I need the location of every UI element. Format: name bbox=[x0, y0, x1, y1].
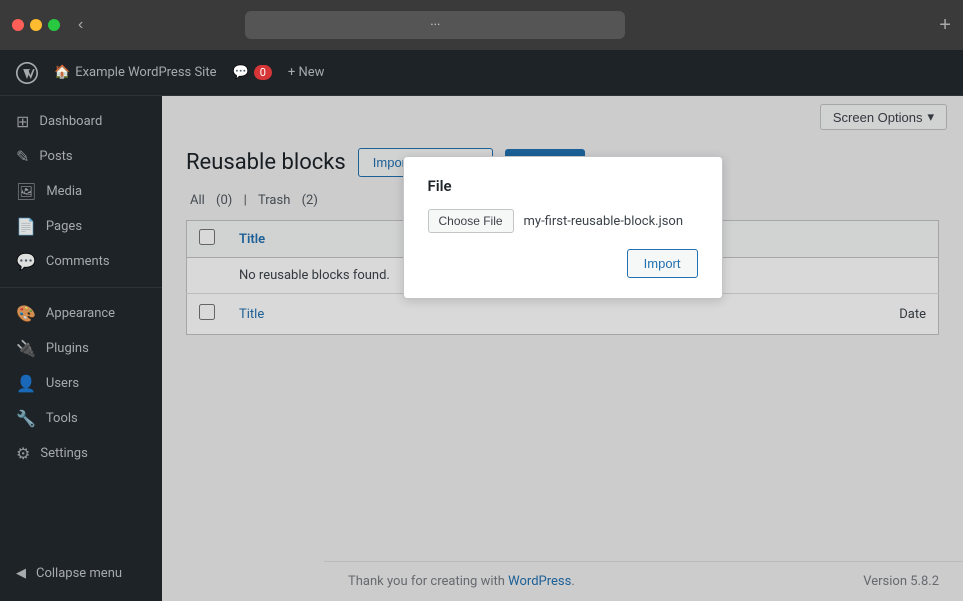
choose-file-button[interactable]: Choose File bbox=[428, 209, 514, 233]
new-tab-button[interactable]: + bbox=[939, 14, 951, 37]
dashboard-icon: ⊞ bbox=[16, 112, 29, 131]
sidebar: ⊞ Dashboard ✎ Posts 🖼 Media 📄 Pages 💬 Co… bbox=[0, 96, 162, 601]
sidebar-item-media[interactable]: 🖼 Media bbox=[0, 174, 162, 209]
users-icon: 👤 bbox=[16, 374, 36, 393]
dialog-actions: Import bbox=[428, 249, 698, 278]
site-name: Example WordPress Site bbox=[75, 65, 216, 80]
settings-icon: ⚙ bbox=[16, 444, 30, 463]
import-button[interactable]: Import bbox=[627, 249, 698, 278]
maximize-button[interactable] bbox=[48, 19, 60, 31]
plugins-icon: 🔌 bbox=[16, 339, 36, 358]
ellipsis-icon: ··· bbox=[430, 18, 440, 33]
wp-admin-bar: 🏠 Example WordPress Site 💬 0 + New bbox=[0, 50, 963, 96]
comments-count-badge: 0 bbox=[254, 65, 272, 80]
traffic-lights bbox=[12, 19, 60, 31]
comments-item[interactable]: 💬 0 bbox=[233, 65, 272, 80]
pages-icon: 📄 bbox=[16, 217, 36, 236]
wp-logo[interactable] bbox=[16, 62, 38, 84]
browser-chrome: ‹ ··· + bbox=[0, 0, 963, 50]
collapse-label: Collapse menu bbox=[36, 566, 122, 581]
back-button[interactable]: ‹ bbox=[78, 16, 83, 34]
minimize-button[interactable] bbox=[30, 19, 42, 31]
dialog-file-row: Choose File my-first-reusable-block.json bbox=[428, 209, 698, 233]
sidebar-item-label: Users bbox=[46, 376, 79, 391]
new-item[interactable]: + New bbox=[288, 65, 325, 80]
comments-icon: 💬 bbox=[233, 65, 249, 80]
home-icon: 🏠 bbox=[54, 65, 70, 80]
sidebar-item-users[interactable]: 👤 Users bbox=[0, 366, 162, 401]
sidebar-divider bbox=[0, 287, 162, 288]
dialog-overlay: File Choose File my-first-reusable-block… bbox=[162, 96, 963, 601]
sidebar-item-label: Plugins bbox=[46, 341, 89, 356]
content-area: Screen Options ▾ Reusable blocks Import … bbox=[162, 96, 963, 601]
sidebar-item-dashboard[interactable]: ⊞ Dashboard bbox=[0, 104, 162, 139]
collapse-menu-item[interactable]: ◀ Collapse menu bbox=[0, 558, 162, 589]
new-label: + New bbox=[288, 65, 325, 80]
comments-sidebar-icon: 💬 bbox=[16, 252, 36, 271]
sidebar-item-label: Dashboard bbox=[39, 114, 102, 129]
sidebar-item-label: Pages bbox=[46, 219, 82, 234]
collapse-icon: ◀ bbox=[16, 566, 26, 581]
sidebar-item-comments[interactable]: 💬 Comments bbox=[0, 244, 162, 279]
close-button[interactable] bbox=[12, 19, 24, 31]
sidebar-item-label: Tools bbox=[46, 411, 78, 426]
sidebar-item-posts[interactable]: ✎ Posts bbox=[0, 139, 162, 174]
sidebar-item-label: Comments bbox=[46, 254, 110, 269]
wp-main: ⊞ Dashboard ✎ Posts 🖼 Media 📄 Pages 💬 Co… bbox=[0, 96, 963, 601]
site-home-item[interactable]: 🏠 Example WordPress Site bbox=[54, 65, 217, 80]
appearance-icon: 🎨 bbox=[16, 304, 36, 323]
sidebar-item-appearance[interactable]: 🎨 Appearance bbox=[0, 296, 162, 331]
selected-file-name: my-first-reusable-block.json bbox=[524, 214, 684, 229]
dialog-title: File bbox=[428, 177, 698, 195]
sidebar-item-pages[interactable]: 📄 Pages bbox=[0, 209, 162, 244]
tools-icon: 🔧 bbox=[16, 409, 36, 428]
posts-icon: ✎ bbox=[16, 147, 29, 166]
sidebar-item-plugins[interactable]: 🔌 Plugins bbox=[0, 331, 162, 366]
sidebar-item-label: Appearance bbox=[46, 306, 115, 321]
sidebar-item-label: Settings bbox=[40, 446, 87, 461]
media-icon: 🖼 bbox=[16, 182, 36, 201]
sidebar-item-label: Media bbox=[46, 184, 82, 199]
sidebar-item-label: Posts bbox=[39, 149, 72, 164]
address-bar[interactable]: ··· bbox=[245, 11, 625, 39]
import-dialog: File Choose File my-first-reusable-block… bbox=[403, 156, 723, 299]
sidebar-item-tools[interactable]: 🔧 Tools bbox=[0, 401, 162, 436]
sidebar-item-settings[interactable]: ⚙ Settings bbox=[0, 436, 162, 471]
